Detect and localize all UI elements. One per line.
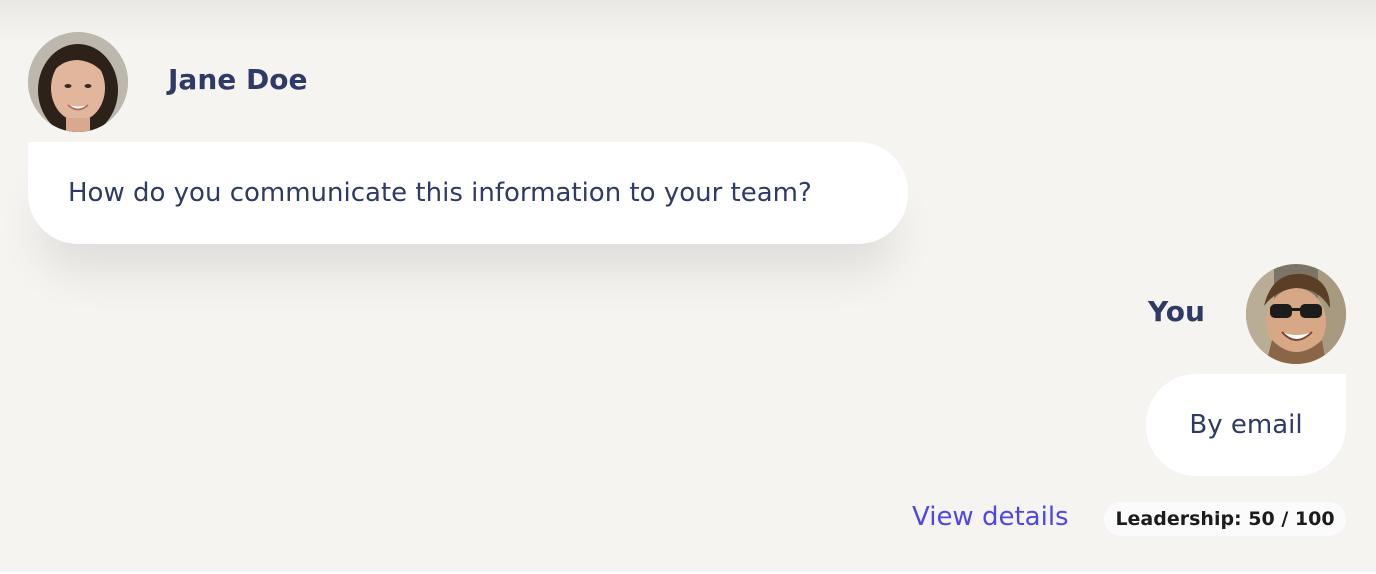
top-shadow bbox=[0, 0, 1376, 42]
message-text-question: How do you communicate this information … bbox=[68, 178, 812, 208]
avatar-man-sunglasses-photo-icon bbox=[1246, 264, 1346, 364]
jane-doe-avatar bbox=[28, 32, 128, 132]
avatar-woman-photo-icon bbox=[28, 32, 128, 132]
message-bubble-question: How do you communicate this information … bbox=[28, 142, 908, 244]
leadership-score-text: Leadership: 50 / 100 bbox=[1115, 508, 1335, 530]
message-bubble-answer: By email bbox=[1146, 374, 1346, 476]
sender-name-jane: Jane Doe bbox=[168, 63, 308, 96]
view-details-link[interactable]: View details bbox=[912, 502, 1069, 532]
leadership-score-badge: Leadership: 50 / 100 bbox=[1104, 502, 1346, 536]
you-avatar bbox=[1246, 264, 1346, 364]
sender-name-you: You bbox=[1148, 295, 1205, 328]
message-text-answer: By email bbox=[1189, 410, 1303, 440]
